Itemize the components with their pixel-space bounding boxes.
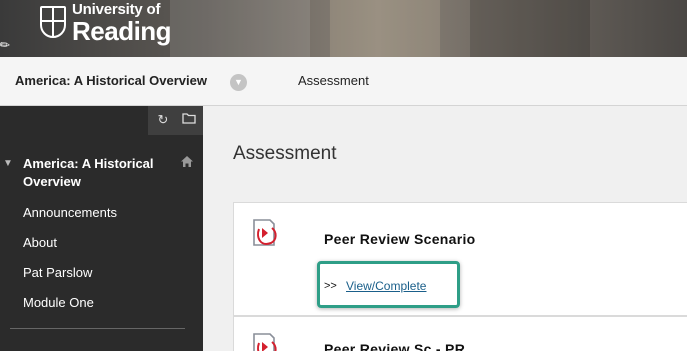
content-item: Peer Review Sc - PR	[233, 316, 687, 351]
header-banner: University of Reading ✎	[0, 0, 687, 57]
sidebar-item-about[interactable]: About	[23, 235, 57, 250]
breadcrumb-course[interactable]: America: A Historical Overview	[15, 73, 207, 88]
crest-logo-icon	[40, 6, 66, 38]
banner-photo-shade	[170, 0, 310, 57]
item-title[interactable]: Peer Review Sc - PR	[324, 341, 465, 351]
logo-line1: University of	[72, 1, 161, 18]
refresh-icon[interactable]: ↻	[155, 112, 171, 128]
assessment-document-icon	[253, 219, 277, 246]
logo-line2: Reading	[72, 16, 172, 46]
course-menu-title[interactable]: America: A Historical Overview	[23, 155, 173, 191]
folder-icon[interactable]	[181, 112, 197, 128]
item-title[interactable]: Peer Review Scenario	[324, 231, 476, 247]
sidebar-divider	[10, 328, 185, 329]
banner-photo-shade	[330, 0, 440, 57]
edit-icon[interactable]: ✎	[0, 36, 13, 53]
assessment-document-icon	[253, 333, 277, 351]
sidebar-item-module-one[interactable]: Module One	[23, 295, 94, 310]
chevron-down-icon[interactable]: ▼	[230, 74, 247, 91]
content-area: Assessment Peer Review Scenario >> View/…	[203, 106, 687, 351]
home-icon[interactable]	[180, 155, 194, 171]
course-menu-toolbar: ↻	[148, 106, 203, 135]
logo-text: University of Reading	[72, 1, 172, 46]
course-menu: ↻ ▼ America: A Historical Overview Annou…	[0, 106, 203, 351]
university-logo[interactable]: University of Reading	[40, 1, 172, 46]
view-complete-link[interactable]: View/Complete	[346, 279, 426, 293]
breadcrumb: America: A Historical Overview ▼ Assessm…	[0, 57, 687, 106]
breadcrumb-current-page: Assessment	[298, 73, 369, 88]
content-item: Peer Review Scenario >> View/Complete	[233, 202, 687, 316]
page-title: Assessment	[233, 143, 337, 164]
collapse-triangle-icon[interactable]: ▼	[3, 158, 13, 169]
banner-photo-shade	[470, 0, 590, 57]
sidebar-item-announcements[interactable]: Announcements	[23, 205, 117, 220]
sidebar-item-pat-parslow[interactable]: Pat Parslow	[23, 265, 92, 280]
action-prefix: >>	[324, 280, 337, 292]
